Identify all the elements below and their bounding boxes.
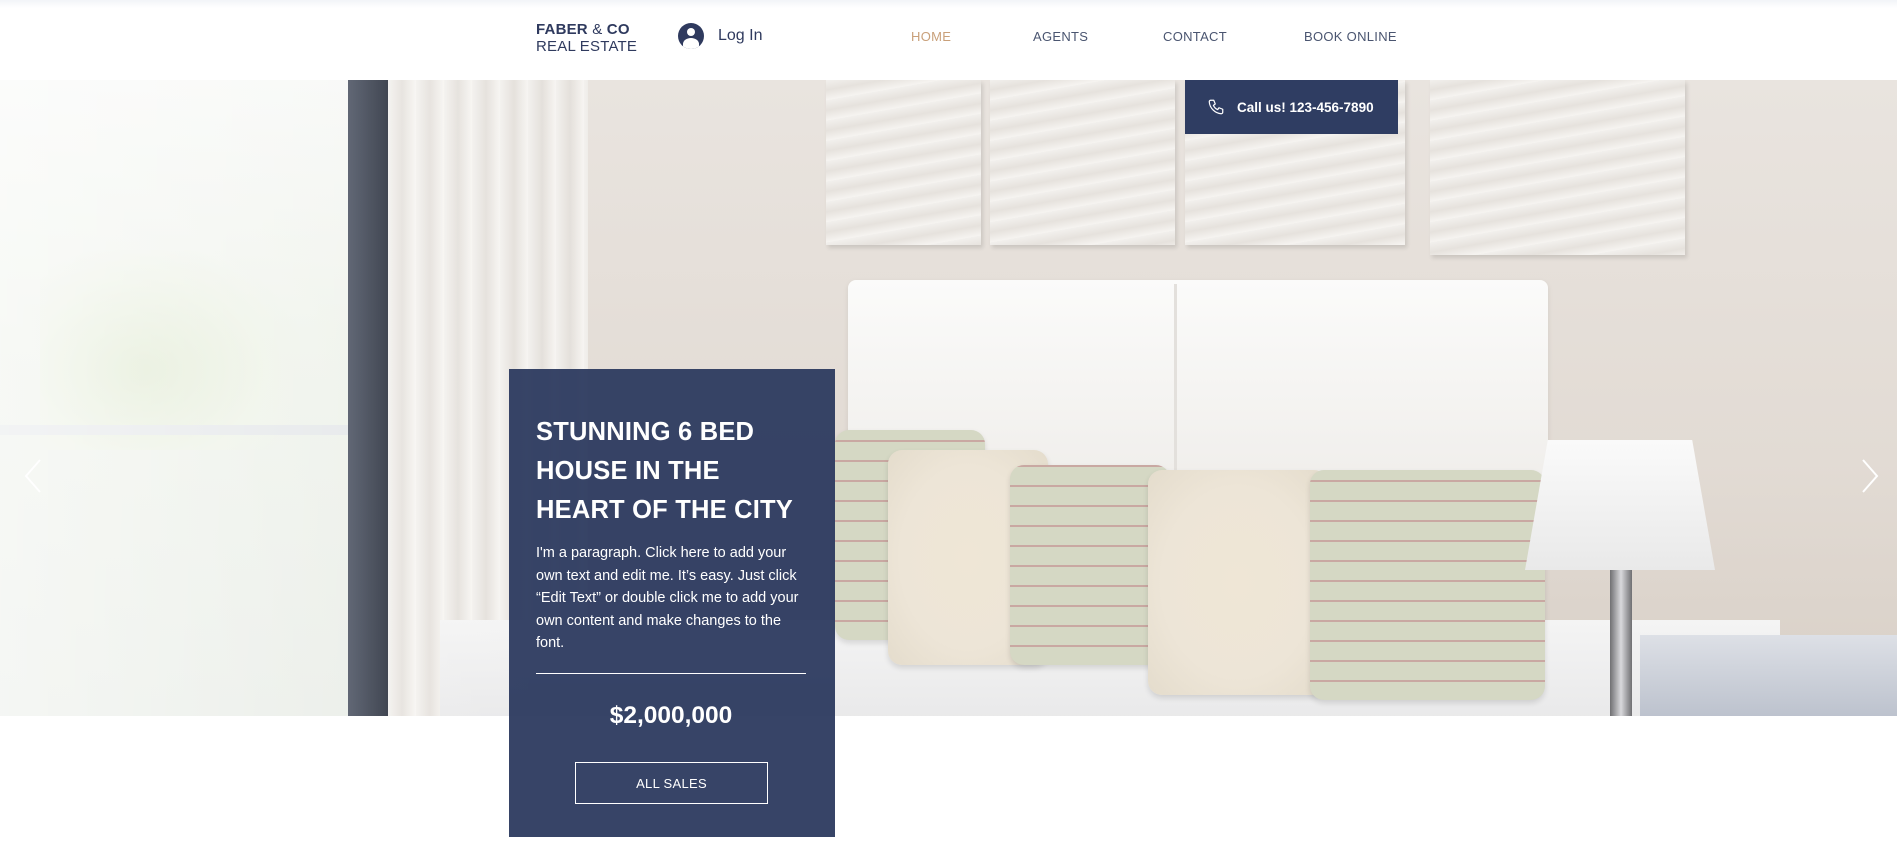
- logo-ampersand: &: [587, 21, 607, 38]
- listing-title: STUNNING 6 BED HOUSE IN THE HEART OF THE…: [536, 418, 793, 524]
- all-sales-button[interactable]: ALL SALES: [575, 762, 768, 804]
- user-avatar-icon: [678, 23, 704, 49]
- listing-divider: [536, 672, 806, 674]
- logo-co: CO: [606, 21, 630, 38]
- phone-icon: [1208, 99, 1224, 115]
- chevron-left-icon: [24, 459, 41, 493]
- listing-card: STUNNING 6 BED HOUSE IN THE HEART OF THE…: [509, 369, 835, 837]
- chevron-right-icon: [1862, 459, 1879, 493]
- bedroom-photo: [0, 80, 1897, 716]
- call-us-button[interactable]: Call us! 123-456-7890: [1185, 80, 1398, 134]
- login-button[interactable]: Log In: [678, 22, 762, 50]
- site-header: FABER & CO REAL ESTATE Log In HOME AGENT…: [0, 0, 1897, 80]
- site-logo[interactable]: FABER & CO REAL ESTATE: [536, 21, 637, 55]
- nav-item-home[interactable]: HOME: [911, 29, 951, 44]
- call-us-label: Call us! 123-456-7890: [1237, 99, 1374, 115]
- slideshow-next-button[interactable]: [1853, 456, 1883, 496]
- login-label: Log In: [718, 27, 763, 44]
- slideshow-prev-button[interactable]: [20, 456, 50, 496]
- nav-item-agents[interactable]: AGENTS: [1033, 29, 1088, 44]
- nav-item-contact[interactable]: CONTACT: [1163, 29, 1227, 44]
- hero-slideshow: [0, 80, 1897, 716]
- listing-price: $2,000,000: [609, 701, 733, 729]
- logo-faber: FABER: [536, 21, 588, 38]
- nav-item-book-online[interactable]: BOOK ONLINE: [1304, 29, 1397, 44]
- listing-description: I'm a paragraph. Click here to add your …: [536, 545, 799, 651]
- logo-subtitle: REAL ESTATE: [536, 38, 638, 55]
